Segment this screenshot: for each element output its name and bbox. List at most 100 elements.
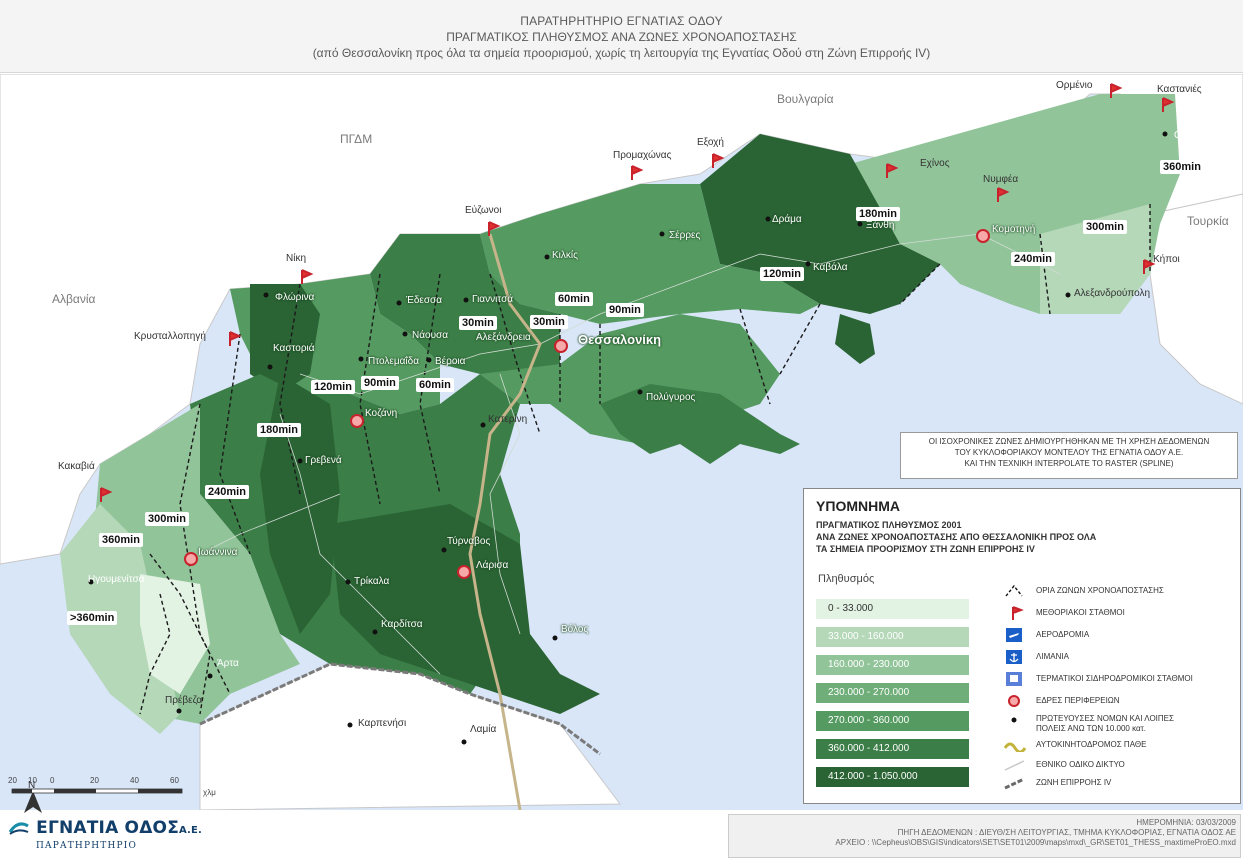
country-turkey: Τουρκία (1187, 214, 1229, 228)
legend-capitals-line2: ΠΟΛΕΙΣ ΑΝΩ ΤΩΝ 10.000 κατ. (1036, 724, 1146, 733)
header-line3: (από Θεσσαλονίκη προς όλα τα σημεία προο… (312, 46, 931, 60)
city-label-arta: Άρτα (217, 658, 239, 669)
legend-national-text: ΕΘΝΙΚΟ ΟΔΙΚΟ ΔΙΚΤΥΟ (1036, 760, 1125, 769)
city-label-polygyros: Πολύγυρος (646, 392, 696, 403)
tz-label-over-360: >360min (67, 611, 118, 625)
city-label-xanthi: Ξάνθη (866, 220, 895, 231)
city-label-ioannina: Ιωάννινα (198, 547, 238, 558)
city-label-alexandroupoli: Αλεξανδρούπολη (1074, 288, 1151, 299)
border-label-ormenio: Ορμένιο (1056, 80, 1093, 91)
tz-label-360-east: 360min (1160, 160, 1204, 174)
header-line2: ΠΡΑΓΜΑΤΙΚΟΣ ΠΛΗΘΥΣΜΟΣ ΑΝΑ ΖΩΝΕΣ ΧΡΟΝΟΑΠΟ… (446, 30, 797, 44)
border-label-niki: Νίκη (286, 253, 307, 264)
city-label-grevena: Γρεβενά (305, 455, 342, 466)
city-label-naousa: Νάουσα (412, 330, 448, 341)
national-road-icon (1004, 760, 1025, 771)
country-bulgaria: Βουλγαρία (777, 92, 834, 106)
border-label-exochi: Εξοχή (697, 137, 724, 148)
legend-airports-text: ΑΕΡΟΔΡΟΜΙΑ (1036, 630, 1090, 639)
city-label-karpenisi: Καρπενήσι (358, 718, 407, 729)
legend-class-4: 230.000 - 270.000 (816, 683, 969, 703)
region-seat-thessaloniki (554, 339, 568, 353)
footer-info: ΗΜΕΡΟΜΗΝΙΑ: 03/03/2009 ΠΗΓΗ ΔΕΔΟΜΕΝΩΝ : … (728, 814, 1241, 858)
anchor-icon (1006, 650, 1022, 664)
city-label-kilkis: Κιλκίς (552, 250, 578, 261)
tz-label-120-west: 120min (311, 380, 355, 394)
scale-unit: χλμ (203, 788, 216, 797)
city-label-kavala: Καβάλα (813, 262, 848, 273)
legend-panel: ΥΠΟΜΝΗΜΑ ΠΡΑΓΜΑΤΙΚΟΣ ΠΛΗΘΥΣΜΟΣ 2001 ΑΝΑ … (803, 488, 1241, 804)
legend-subtitle: ΠΡΑΓΜΑΤΙΚΟΣ ΠΛΗΘΥΣΜΟΣ 2001 ΑΝΑ ΖΩΝΕΣ ΧΡΟ… (816, 519, 1176, 555)
legend-regions-text: ΕΔΡΕΣ ΠΕΡΙΦΕΡΕΙΩΝ (1036, 696, 1120, 705)
city-label-thessaloniki: Θεσσαλονίκη (578, 332, 662, 347)
footer-source: ΠΗΓΗ ΔΕΔΟΜΕΝΩΝ : ΔΙΕΥΘ/ΣΗ ΛΕΙΤΟΥΡΓΙΑΣ, Τ… (897, 828, 1236, 837)
map-header: ΠΑΡΑΤΗΡΗΤΗΡΙΟ ΕΓΝΑΤΙΑΣ ΟΔΟΥ ΠΡΑΓΜΑΤΙΚΟΣ … (0, 0, 1243, 73)
tz-label-30-west: 30min (459, 316, 497, 330)
tz-label-180-west: 180min (257, 423, 301, 437)
train-icon (1006, 672, 1022, 686)
legend-class-6: 360.000 - 412.000 (816, 739, 969, 759)
legend-zone-text: ΖΩΝΗ ΕΠΙΡΡΟΗΣ IV (1036, 778, 1112, 787)
tz-label-30-east: 30min (530, 315, 568, 329)
tz-label-240-east: 240min (1011, 252, 1055, 266)
logo-main: ΕΓΝΑΤΙΑ ΟΔΟΣΑ.Ε. (8, 818, 202, 838)
zone-iv-icon (1004, 777, 1025, 790)
legend-capitals-line1: ΠΡΩΤΕΥΟΥΣΕΣ ΝΟΜΩΝ ΚΑΙ ΛΟΙΠΕΣ (1036, 714, 1174, 723)
note-line1: ΟΙ ΙΣΟΧΡΟΝΙΚΕΣ ΖΩΝΕΣ ΔΗΜΙΟΥΡΓΗΘΗΚΑΝ ΜΕ Τ… (928, 437, 1210, 446)
tz-label-120-east: 120min (760, 267, 804, 281)
scale-tick-20a: 20 (8, 776, 17, 785)
logo-text: ΕΓΝΑΤΙΑ ΟΔΟΣ (36, 818, 180, 838)
country-fyrom: ΠΓΔΜ (340, 132, 373, 146)
footer-file: ΑΡΧΕΙΟ : \\Cepheus\OBS\GIS\indicators\SE… (835, 838, 1236, 847)
scale-tick-20b: 20 (90, 776, 99, 785)
legend-population-label: Πληθυσμός (818, 573, 875, 585)
border-label-promachonas: Προμαχώνας (613, 150, 672, 161)
tz-label-300-west: 300min (145, 512, 189, 526)
city-label-ptolemaida: Πτολεμαΐδα (368, 356, 419, 367)
legend-class-3: 160.000 - 230.000 (816, 655, 969, 675)
method-note: ΟΙ ΙΣΟΧΡΟΝΙΚΕΣ ΖΩΝΕΣ ΔΗΜΙΟΥΡΓΗΘΗΚΑΝ ΜΕ Τ… (900, 432, 1238, 479)
city-label-lamia: Λαμία (470, 724, 497, 735)
tz-label-360-west: 360min (99, 533, 143, 547)
legend-motorway-text: ΑΥΤΟΚΙΝΗΤΟΔΡΟΜΟΣ ΠΑΘΕ (1036, 740, 1147, 749)
city-label-veroia: Βέροια (435, 356, 466, 367)
tz-label-90-east: 90min (606, 303, 644, 317)
scale-bar-graphic (11, 788, 183, 794)
legend-class-2: 33.000 - 160.000 (816, 627, 969, 647)
country-albania: Αλβανία (52, 292, 96, 306)
city-label-karditsa: Καρδίτσα (381, 619, 423, 630)
header-line1: ΠΑΡΑΤΗΡΗΤΗΡΙΟ ΕΓΝΑΤΙΑΣ ΟΔΟΥ (520, 14, 723, 28)
city-label-tyrnavos: Τύρναβος (447, 536, 491, 547)
region-seat-icon (1008, 695, 1020, 707)
border-label-kipoi: Κήποι (1153, 254, 1180, 265)
scale-bar: 20 10 0 20 40 60 χλμ (8, 776, 216, 798)
city-dot-icon (1011, 717, 1017, 723)
city-label-komotini: Κομοτηνή (992, 224, 1036, 235)
tz-label-90-west: 90min (361, 376, 399, 390)
tz-label-60-west: 60min (416, 378, 454, 392)
legend-title: ΥΠΟΜΝΗΜΑ (816, 498, 900, 514)
region-seat-kozani (350, 414, 364, 428)
tz-label-60-east: 60min (555, 292, 593, 306)
footer-date: ΗΜΕΡΟΜΗΝΙΑ: 03/03/2009 (1136, 818, 1236, 827)
legend-zone-borders-text: ΟΡΙΑ ΖΩΝΩΝ ΧΡΟΝΟΑΠΟΣΤΑΣΗΣ (1036, 586, 1164, 595)
legend-ports-text: ΛΙΜΑΝΙΑ (1036, 652, 1069, 661)
region-seat-ioannina (184, 552, 198, 566)
border-label-kastanies: Καστανιές (1157, 84, 1202, 95)
city-label-volos: Βόλος (561, 624, 589, 635)
logo-suffix: Α.Ε. (179, 825, 202, 836)
tz-label-180-east: 180min (856, 207, 900, 221)
scale-tick-60: 60 (170, 776, 179, 785)
city-label-giannitsa: Γιαννιτσά (472, 294, 514, 305)
city-label-larisa: Λάρισα (476, 560, 509, 571)
region-seat-komotini (976, 229, 990, 243)
city-label-kozani: Κοζάνη (365, 408, 398, 419)
logo: ΕΓΝΑΤΙΑ ΟΔΟΣΑ.Ε. ΠΑΡΑΤΗΡΗΤΗΡΙΟ (8, 818, 202, 851)
airplane-icon (1006, 628, 1022, 642)
city-label-orestiada: Ορεστιάδα (1174, 130, 1222, 141)
city-label-kastoria: Καστοριά (273, 343, 315, 354)
city-label-trikala: Τρίκαλα (354, 576, 390, 587)
logo-icon (8, 822, 29, 835)
legend-class-5: 270.000 - 360.000 (816, 711, 969, 731)
scale-tick-40: 40 (130, 776, 139, 785)
